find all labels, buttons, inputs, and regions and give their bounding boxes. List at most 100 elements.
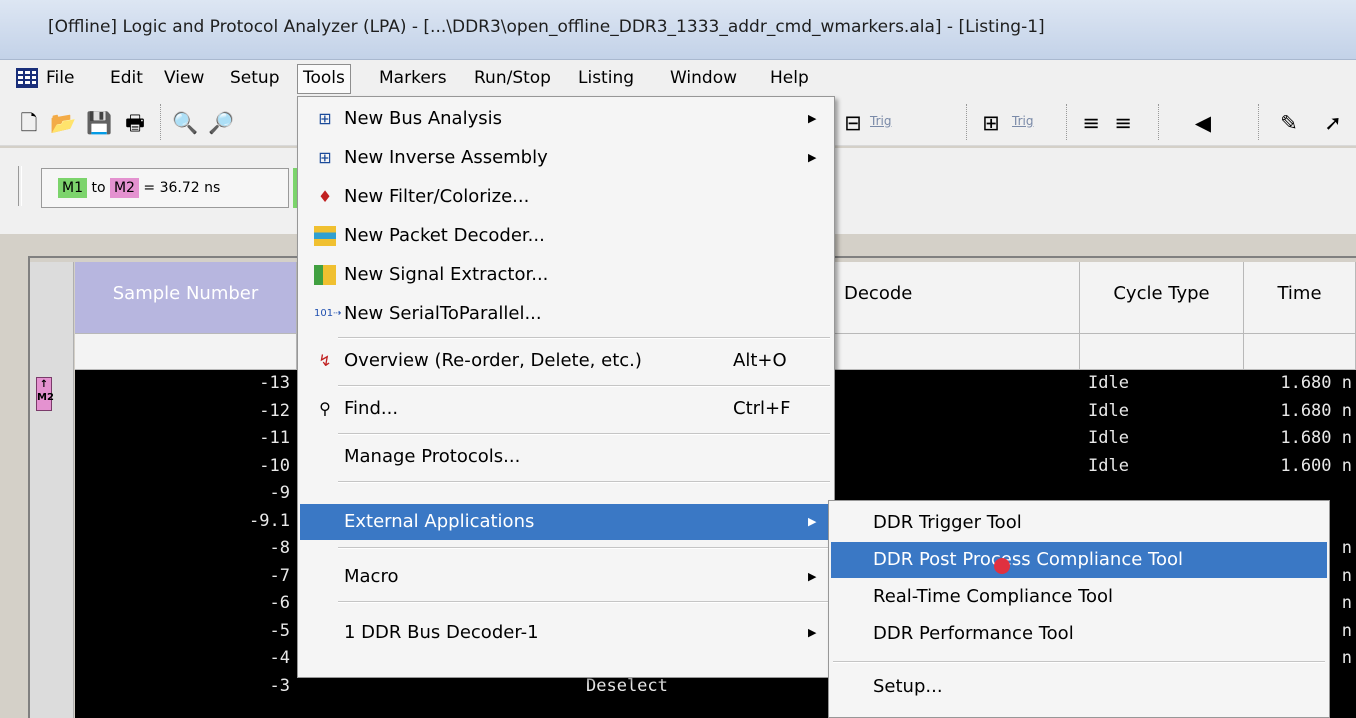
listing-cell-time: n [1341,538,1352,558]
open-folder-icon[interactable]: 📂 [50,110,76,136]
listing-cell-sample: -6 [269,593,290,613]
menu-separator [338,481,830,483]
inverse-assembly-icon: ⊞ [318,148,332,167]
menu-separator [338,385,830,387]
column-subheader [1244,334,1356,370]
trig-label[interactable]: Trig [870,114,891,128]
menu-listing[interactable]: Listing [576,64,636,92]
listing-cell-cycle-type: Idle [1088,455,1129,476]
menu-window[interactable]: Window [668,64,739,92]
listing-cell-time: n [1341,565,1352,586]
menu-item-real-time-compliance-tool[interactable]: Real-Time Compliance Tool [831,579,1327,615]
submenu-arrow-icon: ▶ [808,626,817,639]
menu-item-setup[interactable]: Setup... [831,669,1327,705]
menu-item-new-inverse-assembly[interactable]: ⊞ New Inverse Assembly ▶ [300,140,832,176]
menu-separator [338,337,830,339]
listing-cell-time: n [1341,648,1352,668]
listing-cell-sample: -8 [269,538,290,558]
binoculars-icon: ⚲ [319,399,331,418]
menu-separator [338,433,830,435]
marker-interval-value: = 36.72 ns [143,180,221,196]
listing-cell-cycle-type: Idle [1088,373,1129,393]
menu-item-new-signal-extractor[interactable]: New Signal Extractor... [300,257,832,293]
menu-item-new-filter-colorize[interactable]: ♦ New Filter/Colorize... [300,179,832,215]
find-icon[interactable]: 🔍 [172,110,198,136]
menu-item-find[interactable]: ⚲ Find... Ctrl+F [300,391,832,427]
listing-cell-time: 1.680 n [1280,373,1352,393]
save-icon[interactable]: 💾 [86,110,112,136]
bus-analysis-icon: ⊞ [318,109,332,128]
trigger-icon[interactable]: ⊟ [840,110,866,136]
listing-cell-cycle-type: Idle [1088,428,1129,448]
toolbar-separator [1258,104,1260,140]
listing-cell-sample: -10 [259,455,290,476]
find-next-icon[interactable]: 🔎 [208,110,234,136]
edit-pencil-icon[interactable]: ✎ [1276,110,1302,136]
menu-item-external-applications[interactable]: External Applications ▶ [300,504,832,540]
serial-to-parallel-icon: 101⇢ [314,308,342,319]
menu-separator [338,547,830,549]
marker-gutter [30,262,74,718]
menu-setup[interactable]: Setup [228,64,281,92]
menu-tools[interactable]: Tools [297,64,351,94]
toolbar-separator [1066,104,1068,140]
column-subheader [75,334,297,370]
window-title: [Offline] Logic and Protocol Analyzer (L… [48,17,1045,37]
menu-run-stop[interactable]: Run/Stop [472,64,553,92]
menu-markers[interactable]: Markers [377,64,449,92]
menu-item-ddr-trigger-tool[interactable]: DDR Trigger Tool [831,505,1327,541]
menu-item-ddr-performance-tool[interactable]: DDR Performance Tool [831,616,1327,652]
column-header-decode[interactable]: Decode [834,262,1080,334]
listing-cell-sample: -9 [269,483,290,503]
app-grid-icon[interactable] [16,68,38,88]
menu-item-ddr-bus-decoder[interactable]: 1 DDR Bus Decoder-1 ▶ [300,615,832,651]
menu-help[interactable]: Help [768,64,811,92]
new-file-icon[interactable]: 🗋 [16,110,42,136]
menu-item-macro[interactable]: Macro ▶ [300,559,832,595]
overview-icon: ↯ [318,351,332,370]
signal-extractor-icon [314,265,336,285]
menu-item-manage-protocols[interactable]: Manage Protocols... [300,439,832,475]
print-icon[interactable]: 🖶 [122,110,148,136]
external-applications-submenu: DDR Trigger Tool DDR Post Process Compli… [828,500,1330,718]
listing-cell-sample: -5 [269,620,290,641]
listing-cell-time: 1.680 n [1280,400,1352,421]
listing-cell-sample: -11 [259,428,290,448]
m2-flag-label: M2 [37,392,54,403]
marker-bar-grip[interactable] [18,166,22,206]
column-header-time[interactable]: Time [1244,262,1356,334]
toolbar-separator [1158,104,1160,140]
menu-view[interactable]: View [162,64,206,92]
listing-cell-sample: -9.1 [249,510,290,531]
column-header-cycle-type[interactable]: Cycle Type [1080,262,1244,334]
marker-interval-button[interactable]: M1 to M2 = 36.72 ns [41,168,289,208]
listing-cell-sample: -4 [269,648,290,668]
filter-icon: ♦ [317,187,333,206]
submenu-arrow-icon: ▶ [808,515,817,528]
toolbar-separator [160,104,162,140]
list-icon[interactable]: ≡ [1110,110,1136,136]
menu-separator [338,601,830,603]
speaker-icon[interactable]: ◀ [1190,110,1216,136]
listing-cell-time: 1.680 n [1280,428,1352,448]
title-bar: [Offline] Logic and Protocol Analyzer (L… [0,0,1356,60]
list-forward-icon[interactable]: ≡ [1078,110,1104,136]
m2-marker-label: M2 [109,178,139,198]
menu-item-new-serial-to-parallel[interactable]: 101⇢ New SerialToParallel... [300,296,832,332]
marker-to-label: to [91,180,106,196]
m2-marker-flag[interactable]: ↑ M2 [36,377,54,411]
menu-item-overview[interactable]: ↯ Overview (Re-order, Delete, etc.) Alt+… [300,343,832,379]
column-subheader [1080,334,1244,370]
trigger-step-icon[interactable]: ⊞ [978,110,1004,136]
listing-cell-sample: -13 [259,373,290,393]
menu-file[interactable]: File [44,64,76,92]
arrow-icon[interactable]: ➚ [1320,110,1346,136]
menu-item-ddr-post-process-compliance-tool[interactable]: DDR Post Process Compliance Tool [831,542,1327,578]
trig-label-2[interactable]: Trig [1012,114,1033,128]
m1-marker-label: M1 [58,178,87,198]
column-header-sample-number[interactable]: Sample Number [75,262,297,334]
menu-item-new-bus-analysis[interactable]: ⊞ New Bus Analysis ▶ [300,101,832,137]
listing-cell-cycle-type: Idle [1088,400,1129,421]
menu-item-new-packet-decoder[interactable]: New Packet Decoder... [300,218,832,254]
menu-edit[interactable]: Edit [108,64,145,92]
